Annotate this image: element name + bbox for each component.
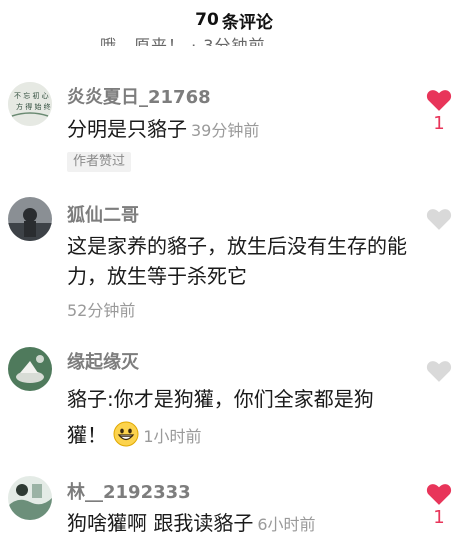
comment-text: 狗啥獾啊 跟我读貉子 6小时前 bbox=[67, 508, 407, 540]
heart-outline-icon bbox=[426, 209, 452, 230]
svg-text:不 忘 初 心: 不 忘 初 心 bbox=[14, 91, 49, 100]
username[interactable]: 林__2192333 bbox=[67, 478, 191, 504]
heart-filled-icon bbox=[426, 90, 452, 111]
like-count: 1 bbox=[433, 113, 445, 134]
comment-text: 分明是只貉子 39分钟前 bbox=[67, 114, 407, 146]
like-button[interactable] bbox=[424, 359, 454, 383]
comment-body: 这是家养的貉子，放生后没有生存的能力，放生等于杀死它 bbox=[67, 234, 407, 288]
comment-time: 52分钟前 bbox=[67, 301, 136, 320]
avatar[interactable] bbox=[8, 197, 52, 241]
like-button[interactable]: 1 bbox=[424, 482, 454, 528]
comment-time: 6小时前 bbox=[257, 515, 316, 534]
comment-text: 貉子:你才是狗獾，你们全家都是狗獾！ 1小时前 bbox=[67, 381, 412, 455]
like-count: 1 bbox=[433, 507, 445, 528]
comment-text: 这是家养的貉子，放生后没有生存的能力，放生等于杀死它 bbox=[67, 231, 412, 291]
previous-comment-partial: 哦，原来！ · 3分钟前 bbox=[100, 36, 266, 46]
svg-text:方 得 始 终: 方 得 始 终 bbox=[16, 102, 51, 111]
comment-body: 分明是只貉子 bbox=[67, 117, 187, 141]
username[interactable]: 炎炎夏日_21768 bbox=[67, 83, 211, 109]
author-liked-badge: 作者赞过 bbox=[67, 152, 132, 172]
comment-time: 1小时前 bbox=[143, 427, 202, 446]
comment-count: 70 bbox=[195, 10, 219, 30]
comments-title: 条评论 bbox=[221, 12, 273, 33]
avatar[interactable] bbox=[8, 476, 52, 520]
username[interactable]: 缘起缘灭 bbox=[67, 348, 139, 374]
grinning-face-emoji-icon bbox=[113, 421, 139, 447]
comment-body: 狗啥獾啊 跟我读貉子 bbox=[67, 511, 254, 535]
username[interactable]: 狐仙二哥 bbox=[67, 201, 139, 227]
avatar[interactable] bbox=[8, 347, 52, 391]
heart-filled-icon bbox=[426, 484, 452, 505]
comment-time: 39分钟前 bbox=[191, 121, 260, 140]
heart-outline-icon bbox=[426, 361, 452, 382]
avatar[interactable]: 不 忘 初 心 方 得 始 终 bbox=[8, 82, 52, 126]
like-button[interactable] bbox=[424, 207, 454, 231]
like-button[interactable]: 1 bbox=[424, 88, 454, 134]
